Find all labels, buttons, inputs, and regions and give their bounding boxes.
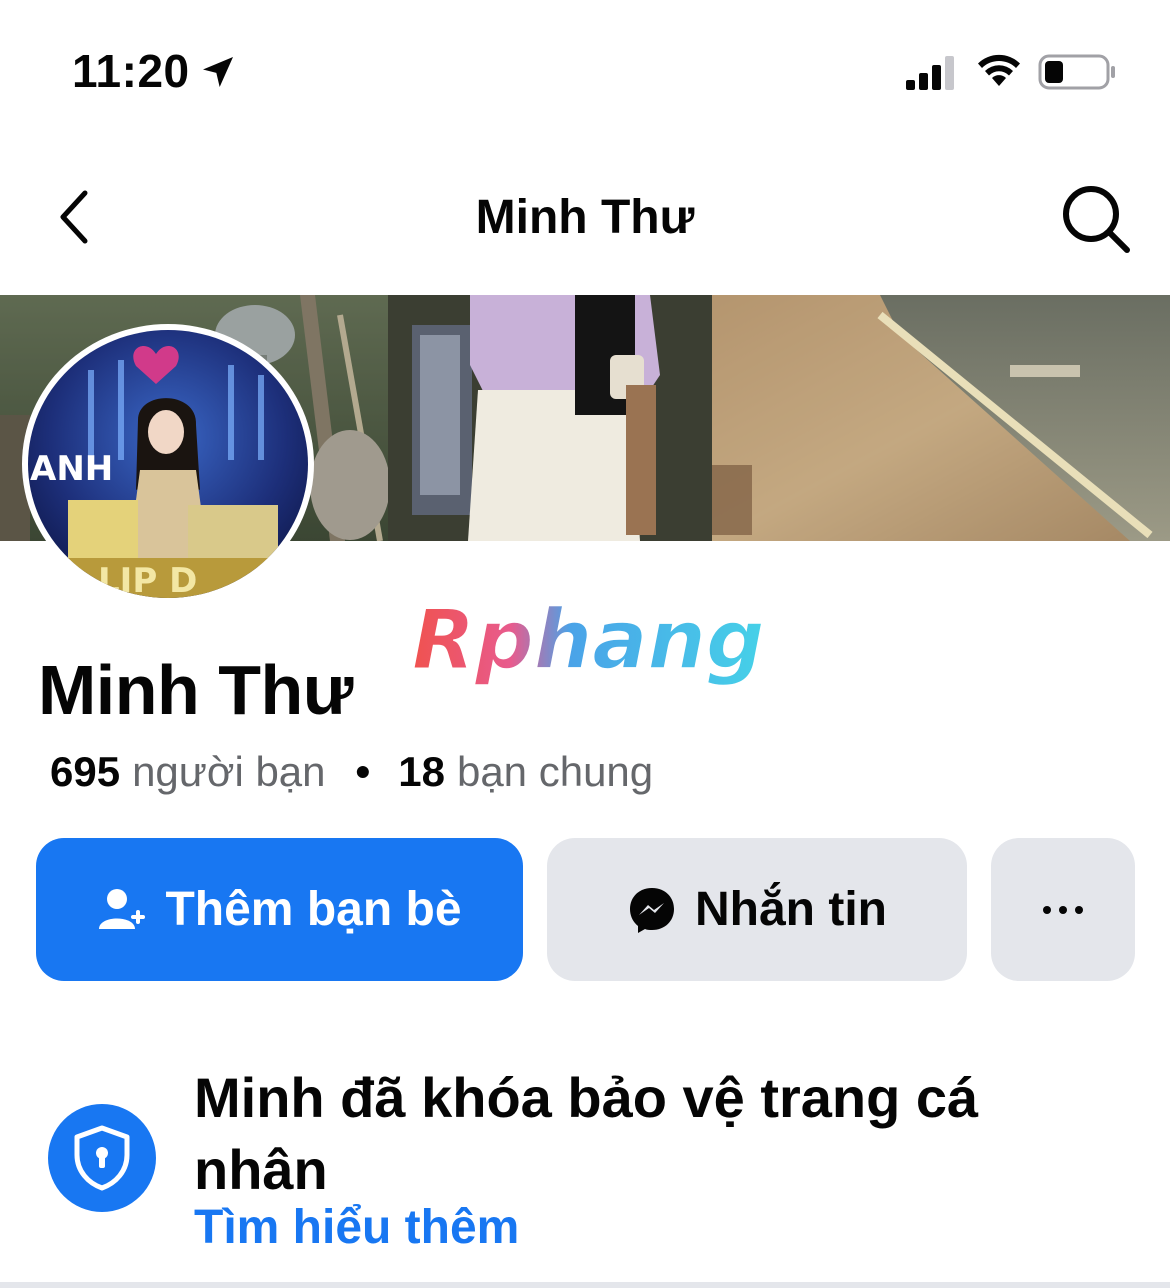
mutual-count: 18 xyxy=(398,748,445,795)
watermark-logo: Rphang xyxy=(411,592,765,689)
status-time: 11:20 xyxy=(72,45,190,97)
learn-more-link[interactable]: Tìm hiểu thêm xyxy=(194,1200,519,1255)
profile-avatar[interactable]: ANH LIP D xyxy=(22,324,314,604)
shield-lock-icon-wrap xyxy=(48,1104,156,1212)
search-icon xyxy=(1063,186,1130,253)
search-button[interactable] xyxy=(1055,180,1139,260)
shield-lock-icon xyxy=(74,1125,130,1191)
nav-title: Minh Thư xyxy=(475,191,695,244)
avatar-image: ANH LIP D xyxy=(28,330,308,598)
watermark-text: Rphang xyxy=(412,593,765,688)
svg-text:LIP D: LIP D xyxy=(98,561,197,598)
lock-notice-title: Minh đã khóa bảo vệ trang cá nhân xyxy=(194,1066,979,1201)
cellular-signal-icon xyxy=(906,56,954,90)
profile-stats: 695 người bạn • 18 bạn chung xyxy=(50,748,653,796)
stats-separator: • xyxy=(355,748,371,795)
friends-label[interactable]: người bạn xyxy=(132,748,325,796)
mutual-label[interactable]: bạn chung xyxy=(457,748,653,796)
svg-text:ANH: ANH xyxy=(30,449,113,489)
add-friend-button[interactable]: Thêm bạn bè xyxy=(36,838,523,981)
profile-name: Minh Thư xyxy=(38,651,353,729)
message-button[interactable]: Nhắn tin xyxy=(547,838,967,981)
section-divider xyxy=(0,1282,1170,1288)
wifi-icon xyxy=(978,54,1020,86)
status-bar: 11:20 xyxy=(0,0,1170,140)
add-friend-icon xyxy=(99,888,146,929)
nav-bar: Minh Thư xyxy=(0,150,1170,290)
more-options-button[interactable] xyxy=(991,838,1135,981)
profile-lock-notice: Minh đã khóa bảo vệ trang cá nhân Tìm hi… xyxy=(0,1050,1170,1288)
battery-icon xyxy=(1038,54,1115,90)
location-arrow-icon xyxy=(203,57,233,87)
friends-count: 695 xyxy=(50,748,121,795)
more-dots-icon xyxy=(1043,905,1083,914)
add-friend-label: Thêm bạn bè xyxy=(165,883,462,936)
message-label: Nhắn tin xyxy=(695,883,887,936)
messenger-icon xyxy=(630,887,674,933)
